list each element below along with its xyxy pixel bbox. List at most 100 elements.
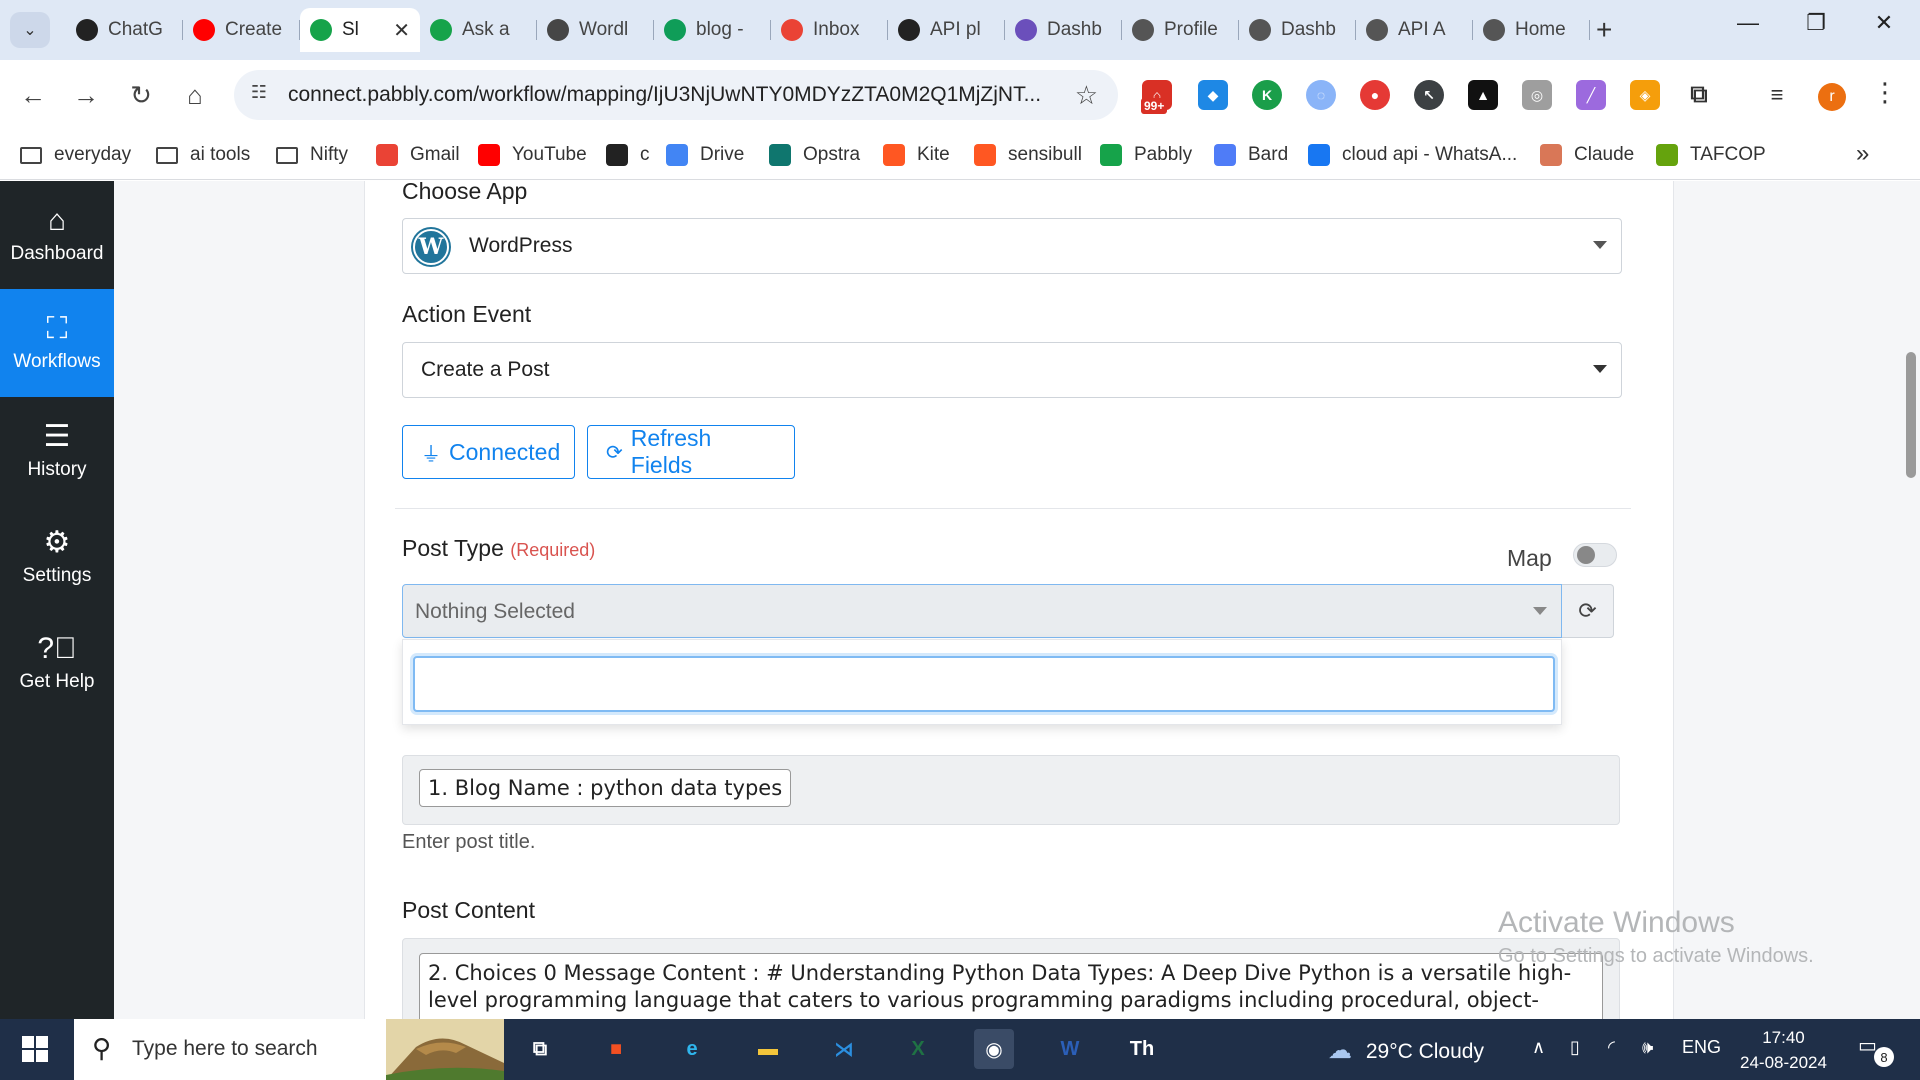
home-button[interactable]: ⌂: [177, 77, 213, 113]
post-type-select[interactable]: Nothing Selected: [402, 584, 1562, 638]
google-icon: [666, 144, 688, 166]
edge-icon[interactable]: e: [672, 1029, 712, 1069]
bookmark-link[interactable]: Drive: [666, 138, 744, 172]
wifi-icon[interactable]: ◜: [1608, 1037, 1615, 1058]
profile-avatar[interactable]: r: [1818, 83, 1846, 111]
bookmark-link[interactable]: Bard: [1214, 138, 1288, 172]
browser-tab[interactable]: API pl: [888, 8, 1005, 52]
site-info-icon[interactable]: ☷: [246, 82, 272, 108]
post-content-field[interactable]: 2. Choices 0 Message Content : # Underst…: [402, 938, 1620, 1019]
browser-tab[interactable]: Profile: [1122, 8, 1239, 52]
taskbar-search-placeholder: Type here to search: [132, 1037, 318, 1060]
sheets-icon: [664, 19, 686, 41]
th-app-icon[interactable]: Th: [1122, 1029, 1162, 1069]
bookmarks-overflow-icon[interactable]: »: [1856, 140, 1869, 168]
minimize-button[interactable]: —: [1728, 10, 1768, 36]
refresh-fields-button[interactable]: ⟳ Refresh Fields: [587, 425, 795, 479]
browser-tab[interactable]: Ask a: [420, 8, 537, 52]
extension-icon[interactable]: ◌: [1306, 80, 1336, 110]
microsoft-store-icon[interactable]: ■: [596, 1029, 636, 1069]
reload-button[interactable]: ↻: [123, 77, 159, 113]
chevron-down-icon: [1593, 365, 1607, 373]
extension-icon[interactable]: ◈: [1630, 80, 1660, 110]
task-view-icon[interactable]: ⧉: [520, 1029, 560, 1069]
browser-tab[interactable]: blog -: [654, 8, 771, 52]
bookmark-link[interactable]: TAFCOP: [1656, 138, 1766, 172]
extension-icon[interactable]: ◆: [1198, 80, 1228, 110]
action-event-select[interactable]: Create a Post: [402, 342, 1622, 398]
language-indicator[interactable]: ENG: [1682, 1037, 1721, 1058]
bookmark-link[interactable]: Gmail: [376, 138, 460, 172]
close-tab-icon[interactable]: ✕: [393, 18, 410, 43]
extension-icon[interactable]: ↖: [1414, 80, 1444, 110]
browser-tab[interactable]: API A: [1356, 8, 1473, 52]
page-scrollbar-thumb[interactable]: [1906, 352, 1916, 478]
weather-widget[interactable]: ☁ 29°C Cloudy: [1328, 1036, 1484, 1065]
connected-button[interactable]: ⏚ Connected: [402, 425, 575, 479]
post-content-mapping[interactable]: 2. Choices 0 Message Content : # Underst…: [419, 953, 1603, 1019]
bookmark-link[interactable]: YouTube: [478, 138, 587, 172]
refresh-fields-label: Refresh Fields: [630, 425, 712, 478]
browser-tab[interactable]: ChatG: [66, 8, 183, 52]
vscode-icon[interactable]: ⋊: [824, 1029, 864, 1069]
back-button[interactable]: ←: [15, 77, 51, 113]
browser-tab[interactable]: Sl ✕: [300, 8, 420, 52]
chrome-icon[interactable]: ◉: [974, 1029, 1014, 1069]
notification-count: 8: [1874, 1047, 1894, 1067]
post-type-search-input[interactable]: [413, 656, 1555, 712]
excel-icon[interactable]: X: [898, 1029, 938, 1069]
post-title-field[interactable]: 1. Blog Name : python data types: [402, 755, 1620, 825]
media-control-icon[interactable]: ≡: [1762, 80, 1792, 110]
taskbar-search-box[interactable]: ⚲ Type here to search: [74, 1019, 504, 1080]
camera-extension-icon[interactable]: ◎: [1522, 80, 1552, 110]
start-button[interactable]: [22, 1036, 48, 1062]
url-text[interactable]: connect.pabbly.com/workflow/mapping/IjU3…: [288, 83, 1041, 107]
browser-tab[interactable]: Create: [183, 8, 300, 52]
bookmark-link[interactable]: cloud api - WhatsA...: [1308, 138, 1517, 172]
bookmark-link[interactable]: Opstra: [769, 138, 860, 172]
restore-button[interactable]: ❐: [1796, 10, 1836, 36]
choose-app-select[interactable]: W WordPress: [402, 218, 1622, 274]
device-icon[interactable]: ▯: [1570, 1037, 1580, 1058]
volume-icon[interactable]: 🕪: [1642, 1037, 1653, 1058]
extension-icon[interactable]: ●: [1360, 80, 1390, 110]
new-tab-button[interactable]: +: [1596, 14, 1612, 46]
browser-tab[interactable]: Dashb: [1239, 8, 1356, 52]
sidebar-item-history[interactable]: ☰ History: [0, 397, 114, 505]
notifications-button[interactable]: ▭ 8: [1858, 1033, 1894, 1067]
address-bar[interactable]: ☷ connect.pabbly.com/workflow/mapping/Ij…: [234, 70, 1118, 120]
bookmark-link[interactable]: sensibull: [974, 138, 1082, 172]
forward-button[interactable]: →: [68, 77, 104, 113]
word-icon[interactable]: W: [1050, 1029, 1090, 1069]
sidebar-item-workflows[interactable]: ⛶ Workflows: [0, 289, 114, 397]
sidebar-item-dashboard[interactable]: ⌂ Dashboard: [0, 181, 114, 289]
chevron-up-icon[interactable]: ∧: [1532, 1037, 1545, 1058]
extensions-puzzle-icon[interactable]: ⧉: [1684, 80, 1714, 110]
bookmark-folder[interactable]: ai tools: [156, 138, 250, 172]
file-explorer-icon[interactable]: ▬: [748, 1029, 788, 1069]
bookmark-star-icon[interactable]: ☆: [1075, 80, 1098, 111]
extension-icon[interactable]: K: [1252, 80, 1282, 110]
browser-tab[interactable]: Inbox: [771, 8, 888, 52]
extension-icon[interactable]: ╱: [1576, 80, 1606, 110]
extension-icon[interactable]: ▲: [1468, 80, 1498, 110]
folder-icon: [156, 146, 178, 164]
browser-tab[interactable]: Wordl: [537, 8, 654, 52]
browser-menu-icon[interactable]: ⋮: [1872, 77, 1898, 108]
bookmark-link[interactable]: Pabbly: [1100, 138, 1192, 172]
bookmark-link[interactable]: Claude: [1540, 138, 1634, 172]
bookmark-folder[interactable]: everyday: [20, 138, 131, 172]
browser-tab[interactable]: Home: [1473, 8, 1590, 52]
close-window-button[interactable]: ✕: [1864, 10, 1904, 36]
post-title-mapping-chip[interactable]: 1. Blog Name : python data types: [419, 769, 792, 807]
sidebar-item-get-help[interactable]: ?⃝ Get Help: [0, 609, 114, 717]
clock[interactable]: 17:40 24-08-2024: [1740, 1025, 1827, 1075]
bookmark-link[interactable]: c: [606, 138, 650, 172]
browser-tab[interactable]: Dashb: [1005, 8, 1122, 52]
map-toggle[interactable]: [1573, 543, 1617, 567]
post-type-refresh-button[interactable]: ⟳: [1562, 584, 1614, 638]
sidebar-item-settings[interactable]: ⚙ Settings: [0, 503, 114, 611]
tab-search-button[interactable]: ⌄: [10, 12, 50, 48]
bookmark-folder[interactable]: Nifty: [276, 138, 348, 172]
bookmark-link[interactable]: Kite: [883, 138, 950, 172]
